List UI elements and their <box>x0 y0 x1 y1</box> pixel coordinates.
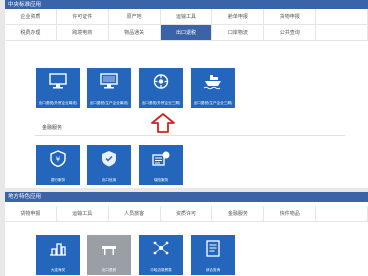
document-stamp-icon <box>152 151 170 166</box>
gear-network-icon <box>153 74 169 89</box>
central-apps-section: 中央标准应用 企业资质 许可证件 原产地 运输工具 舱单申报 货物申报 税费办理… <box>5 0 368 188</box>
tab-enterprise-qualification[interactable]: 企业资质 <box>5 9 57 25</box>
tab-manifest[interactable]: 舱单申报 <box>212 9 265 25</box>
tile-label: 出口退税(外贸企业三期) <box>141 100 181 105</box>
tile-label: 出口退税(生产企业离线) <box>89 100 129 105</box>
tab-tax-fee[interactable]: 税费办理 <box>5 25 57 41</box>
tile-insurance-services[interactable]: 保险服务 <box>139 145 183 185</box>
document-list-icon <box>206 240 220 257</box>
shield-icon <box>102 151 116 167</box>
tile-label: 出口退税(生产企业三期) <box>193 100 233 105</box>
tab-local-empty <box>316 206 368 222</box>
svg-text:¥: ¥ <box>56 156 61 164</box>
barrier-icon <box>102 246 116 255</box>
tab-local-qualification[interactable]: 资质许可 <box>160 206 213 222</box>
tab-local-transport[interactable]: 运输工具 <box>56 206 109 222</box>
tile-export-refund-trade-phase3[interactable]: 出口退税(外贸企业三期) <box>139 68 183 108</box>
tile-china-kazakhstan-trade[interactable]: 中哈边境贸易 <box>139 235 183 275</box>
bank-shield-icon: ¥ <box>50 150 66 167</box>
city-icon <box>50 243 66 256</box>
finance-divider <box>35 135 345 136</box>
tab-origin[interactable]: 原产地 <box>108 9 161 25</box>
tab-port-logistics[interactable]: 口岸物流 <box>212 25 265 41</box>
tile-label: 出口退税(外贸企业离线) <box>38 100 78 105</box>
tab-local-express[interactable]: 快件物品 <box>264 206 317 222</box>
computer-icon <box>100 73 118 89</box>
tile-export-refund-trade-offline[interactable]: 出口退税(外贸企业离线) <box>36 68 80 108</box>
tab-empty-2 <box>316 25 368 41</box>
tile-export-refund-production-phase3[interactable]: 出口退税(生产企业三期) <box>191 68 235 108</box>
tab-cross-border-ecommerce[interactable]: 跨境电商 <box>56 25 109 41</box>
central-tabs: 企业资质 许可证件 原产地 运输工具 舱单申报 货物申报 税费办理 跨境电商 物… <box>5 9 368 41</box>
tab-goods-declaration[interactable]: 货物申报 <box>264 9 317 25</box>
ship-icon <box>203 75 221 90</box>
tab-local-goods-declaration[interactable]: 货物申报 <box>5 206 57 222</box>
tile-label: 银行服务 <box>50 177 66 182</box>
tile-bank-services[interactable]: ¥ 银行服务 <box>36 145 80 185</box>
tile-label: 出口退税 <box>101 267 117 272</box>
tile-export-credit[interactable]: 出口信用 <box>87 145 131 185</box>
tab-local-finance[interactable]: 金融服务 <box>212 206 265 222</box>
tile-comprehensive-query[interactable]: 综合查询 <box>191 235 235 275</box>
monitor-icon <box>49 73 67 89</box>
tab-local-passengers[interactable]: 人员旅客 <box>108 206 161 222</box>
network-icon <box>153 241 169 255</box>
tab-article-clearance[interactable]: 物品通关 <box>108 25 161 41</box>
tab-export-tax-refund[interactable]: 出口退税 <box>160 25 213 41</box>
finance-services-label: 金融服务 <box>42 125 63 131</box>
tile-label: 出口信用 <box>101 177 117 182</box>
local-apps-header: 地方特色应用 <box>5 192 368 202</box>
tile-label: 综合查询 <box>205 267 221 272</box>
tile-label: 保险服务 <box>153 177 169 182</box>
tab-transport[interactable]: 运输工具 <box>160 9 213 25</box>
tab-empty-1 <box>316 9 368 25</box>
tab-public-query[interactable]: 公共查询 <box>264 25 317 41</box>
arrow-up-icon <box>151 113 175 133</box>
tile-label: 大连海关 <box>50 267 66 272</box>
tile-dalian-customs[interactable]: 大连海关 <box>36 235 80 275</box>
local-apps-section: 地方特色应用 货物申报 运输工具 人员旅客 资质许可 金融服务 快件物品 大连海… <box>5 192 368 276</box>
tile-export-refund-production-offline[interactable]: 出口退税(生产企业离线) <box>87 68 131 108</box>
tile-label: 中哈边境贸易 <box>150 267 172 272</box>
tab-license[interactable]: 许可证件 <box>56 9 109 25</box>
tile-local-export-refund[interactable]: 出口退税 <box>87 235 131 275</box>
local-tabs: 货物申报 运输工具 人员旅客 资质许可 金融服务 快件物品 <box>5 206 368 222</box>
